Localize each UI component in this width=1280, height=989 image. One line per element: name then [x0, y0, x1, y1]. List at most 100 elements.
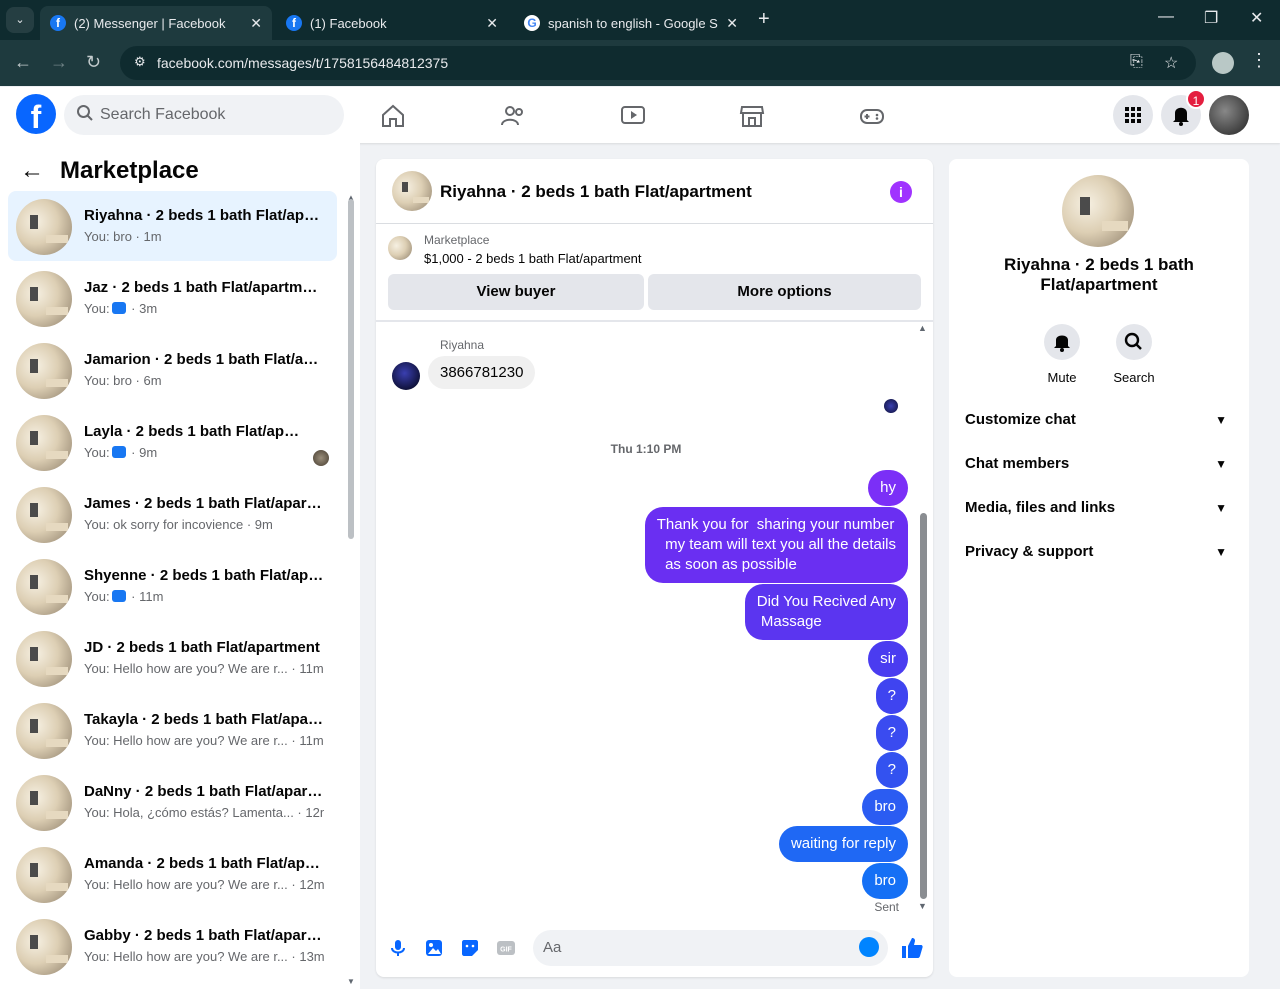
- address-bar[interactable]: ⚙ facebook.com/messages/t/17581564848123…: [120, 46, 1196, 80]
- outgoing-message-bubble[interactable]: Did You Recived Any Massage: [744, 584, 908, 640]
- listing-thumbnail: [16, 415, 72, 471]
- browser-tab-facebook[interactable]: f (1) Facebook ✕: [276, 6, 508, 40]
- reload-icon[interactable]: ↻: [86, 52, 101, 73]
- conversation-row[interactable]: James · 2 beds 1 bath Flat/apartment You…: [8, 479, 337, 549]
- conversation-name: Riyahna · 2 beds 1 bath Flat/apartment: [84, 207, 324, 224]
- conversation-row[interactable]: Layla · 2 beds 1 bath Flat/apartment You…: [8, 407, 337, 477]
- customize-chat-section[interactable]: Customize chat ▼: [965, 398, 1233, 442]
- conversation-row[interactable]: DaNny · 2 beds 1 bath Flat/apartment You…: [8, 767, 337, 837]
- microphone-icon[interactable]: [388, 938, 408, 958]
- thumbs-up-icon[interactable]: [900, 936, 924, 960]
- conversation-row[interactable]: Takayla · 2 beds 1 bath Flat/apartment Y…: [8, 695, 337, 765]
- video-icon[interactable]: [620, 103, 646, 129]
- conversation-row[interactable]: Shyenne · 2 beds 1 bath Flat/apartment Y…: [8, 551, 337, 621]
- gif-icon[interactable]: GIF: [496, 938, 516, 958]
- conversation-row[interactable]: Jaz · 2 beds 1 bath Flat/apartment You: …: [8, 263, 337, 333]
- restore-icon[interactable]: ❐: [1204, 8, 1218, 28]
- conversation-row[interactable]: Amanda · 2 beds 1 bath Flat/apartment Yo…: [8, 839, 337, 909]
- listing-title[interactable]: $1,000 - 2 beds 1 bath Flat/apartment: [424, 251, 642, 266]
- media-files-links-section[interactable]: Media, files and links ▼: [965, 486, 1233, 530]
- chat-info-avatar[interactable]: [1062, 175, 1134, 247]
- view-buyer-button[interactable]: View buyer: [388, 274, 644, 310]
- outgoing-message-bubble[interactable]: waiting for reply: [778, 826, 908, 862]
- sender-avatar[interactable]: [392, 362, 420, 390]
- grid-icon: [1125, 107, 1141, 123]
- window-close-icon[interactable]: ✕: [1250, 8, 1263, 28]
- conversation-list-scrollbar[interactable]: [348, 199, 354, 539]
- search-conversation-button[interactable]: Search: [1104, 324, 1164, 385]
- listing-thumbnail: [16, 559, 72, 615]
- search-input[interactable]: Search Facebook: [64, 95, 344, 135]
- scroll-up-arrow-icon[interactable]: ▲: [918, 323, 927, 333]
- notification-badge: 1: [1186, 89, 1206, 109]
- conversation-preview: You: Hello how are you? We are r... · 12…: [84, 877, 324, 892]
- marketplace-icon[interactable]: [739, 103, 765, 129]
- back-arrow-icon[interactable]: ←: [20, 157, 44, 185]
- outgoing-message-bubble[interactable]: hy: [868, 470, 908, 506]
- photo-icon[interactable]: [424, 938, 444, 958]
- menu-grid-button[interactable]: [1113, 95, 1153, 135]
- listing-thumbnail: [16, 919, 72, 975]
- bookmark-star-icon[interactable]: ☆: [1164, 53, 1178, 73]
- url-text[interactable]: facebook.com/messages/t/1758156484812375: [157, 55, 448, 71]
- site-info-icon[interactable]: ⚙: [134, 54, 146, 70]
- sticker-icon[interactable]: [460, 938, 480, 958]
- conversation-name: Layla · 2 beds 1 bath Flat/apartment: [84, 423, 304, 440]
- sidebar-title: Marketplace: [60, 157, 199, 184]
- profile-avatar[interactable]: [1209, 95, 1249, 135]
- browser-menu-icon[interactable]: ⋮: [1250, 50, 1268, 71]
- close-icon[interactable]: ✕: [726, 15, 738, 32]
- tab-search-dropdown[interactable]: ⌄: [6, 7, 34, 33]
- marketplace-label: Marketplace: [424, 233, 490, 247]
- chat-listing-avatar[interactable]: [392, 171, 432, 211]
- conversation-row[interactable]: Riyahna · 2 beds 1 bath Flat/apartment Y…: [8, 191, 337, 261]
- scroll-down-arrow-icon[interactable]: ▼: [918, 901, 927, 911]
- close-icon[interactable]: ✕: [486, 15, 498, 32]
- facebook-icon: f: [50, 15, 66, 31]
- new-tab-icon[interactable]: +: [758, 8, 770, 31]
- like-icon: [111, 302, 126, 314]
- more-options-button[interactable]: More options: [648, 274, 921, 310]
- outgoing-message-bubble[interactable]: Thank you for sharing your number my tea…: [644, 507, 908, 583]
- minimize-icon[interactable]: —: [1158, 8, 1174, 26]
- browser-tab-messenger[interactable]: f (2) Messenger | Facebook ✕: [40, 6, 272, 40]
- emoji-icon[interactable]: [859, 937, 879, 957]
- like-icon: [111, 590, 126, 602]
- tab-title: (1) Facebook: [310, 15, 387, 31]
- read-receipt-avatar: [884, 399, 898, 413]
- conversation-preview: You: · 9m: [84, 445, 158, 460]
- mute-button[interactable]: Mute: [1032, 324, 1092, 385]
- incoming-message-bubble[interactable]: 3866781230: [428, 356, 536, 389]
- outgoing-message-bubble[interactable]: bro: [862, 789, 908, 825]
- chat-title[interactable]: Riyahna · 2 beds 1 bath Flat/apartment: [440, 182, 752, 202]
- conversation-row[interactable]: Jamarion · 2 beds 1 bath Flat/apartment …: [8, 335, 337, 405]
- friends-icon[interactable]: [500, 103, 526, 129]
- gaming-icon[interactable]: [859, 103, 885, 129]
- install-app-icon[interactable]: ⎘: [1130, 53, 1143, 71]
- facebook-icon: f: [286, 15, 302, 31]
- chat-members-section[interactable]: Chat members ▼: [965, 442, 1233, 486]
- message-input[interactable]: Aa: [533, 930, 888, 966]
- facebook-logo-icon[interactable]: f: [16, 94, 56, 135]
- message-scrollbar[interactable]: [920, 513, 927, 899]
- outgoing-message-bubble[interactable]: bro: [862, 863, 908, 899]
- forward-icon[interactable]: →: [50, 52, 68, 73]
- scroll-down-arrow-icon[interactable]: ▼: [347, 977, 355, 986]
- conversation-name: JD · 2 beds 1 bath Flat/apartment: [84, 639, 320, 656]
- outgoing-message-bubble[interactable]: sir: [868, 641, 908, 677]
- tab-title: (2) Messenger | Facebook: [74, 15, 226, 31]
- privacy-support-section[interactable]: Privacy & support ▼: [965, 530, 1233, 574]
- conversation-row[interactable]: Gabby · 2 beds 1 bath Flat/apartment You…: [8, 911, 337, 981]
- outgoing-message-bubble[interactable]: ?: [875, 715, 908, 751]
- conversation-row[interactable]: JD · 2 beds 1 bath Flat/apartment You: H…: [8, 623, 337, 693]
- close-icon[interactable]: ✕: [250, 15, 262, 32]
- outgoing-message-bubble[interactable]: ?: [875, 752, 908, 788]
- info-icon[interactable]: i: [890, 181, 912, 203]
- outgoing-message-bubble[interactable]: ?: [875, 678, 908, 714]
- browser-tab-google[interactable]: G spanish to english - Google Sea ✕: [514, 6, 748, 40]
- browser-profile-avatar[interactable]: [1212, 52, 1234, 74]
- back-icon[interactable]: ←: [14, 52, 32, 73]
- marketplace-listing-bar: Marketplace $1,000 - 2 beds 1 bath Flat/…: [376, 224, 933, 322]
- home-icon[interactable]: [380, 103, 406, 129]
- conversation-preview: You: bro · 6m: [84, 373, 162, 388]
